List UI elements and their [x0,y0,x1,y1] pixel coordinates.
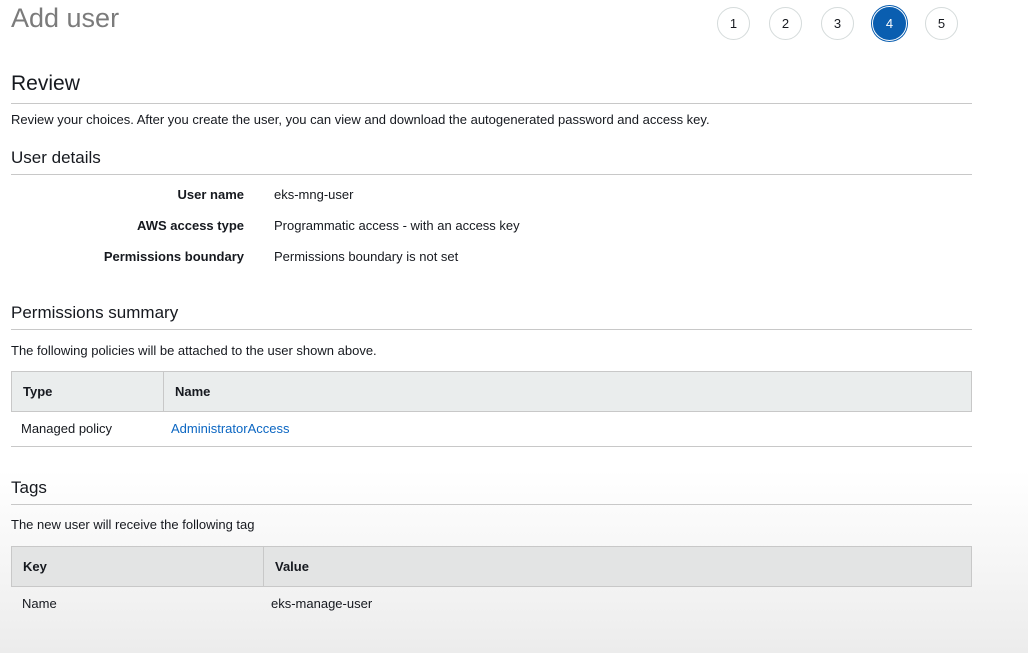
review-divider [11,103,972,104]
step-1[interactable]: 1 [717,7,750,40]
detail-row-user-name: User name eks-mng-user [11,187,711,207]
column-header-name: Name [163,372,210,411]
column-header-value: Value [263,547,309,586]
column-header-key: Key [23,559,47,574]
column-header-type: Type [23,384,53,399]
permissions-divider [11,329,972,330]
tags-table-header: Key Value [11,546,972,587]
step-5[interactable]: 5 [925,7,958,40]
detail-value-user-name: eks-mng-user [274,187,354,202]
detail-label-user-name: User name [177,187,244,202]
permissions-table: Type Name Managed policy AdministratorAc… [11,371,972,447]
detail-row-access-type: AWS access type Programmatic access - wi… [11,218,711,238]
policy-link-administrator-access[interactable]: AdministratorAccess [171,412,289,446]
user-details-divider [11,174,972,175]
table-row: Managed policy AdministratorAccess [11,412,972,447]
page-title: Add user [11,3,120,33]
detail-label-permissions-boundary: Permissions boundary [103,249,244,264]
cell-tag-key: Name [22,596,57,611]
detail-label-access-type: AWS access type [137,218,244,233]
step-4-current[interactable]: 4 [873,7,906,40]
detail-value-access-type: Programmatic access - with an access key [274,218,520,233]
table-row: Name eks-manage-user [11,587,972,622]
permissions-summary-heading: Permissions summary [11,303,179,322]
detail-value-permissions-boundary: Permissions boundary is not set [274,249,459,264]
review-description: Review your choices. After you create th… [11,112,710,127]
detail-row-permissions-boundary: Permissions boundary Permissions boundar… [11,249,711,269]
permissions-table-header: Type Name [11,371,972,412]
user-details-heading: User details [11,148,101,167]
wizard-steps: 1 2 3 4 5 [717,7,977,40]
tags-description: The new user will receive the following … [11,517,255,532]
review-heading: Review [11,72,80,95]
step-3[interactable]: 3 [821,7,854,40]
step-2[interactable]: 2 [769,7,802,40]
cell-tag-value: eks-manage-user [271,596,373,611]
tags-heading: Tags [11,478,47,497]
tags-table: Key Value Name eks-manage-user [11,546,972,622]
permissions-description: The following policies will be attached … [11,343,377,358]
cell-policy-type: Managed policy [21,421,113,436]
tags-divider [11,504,972,505]
